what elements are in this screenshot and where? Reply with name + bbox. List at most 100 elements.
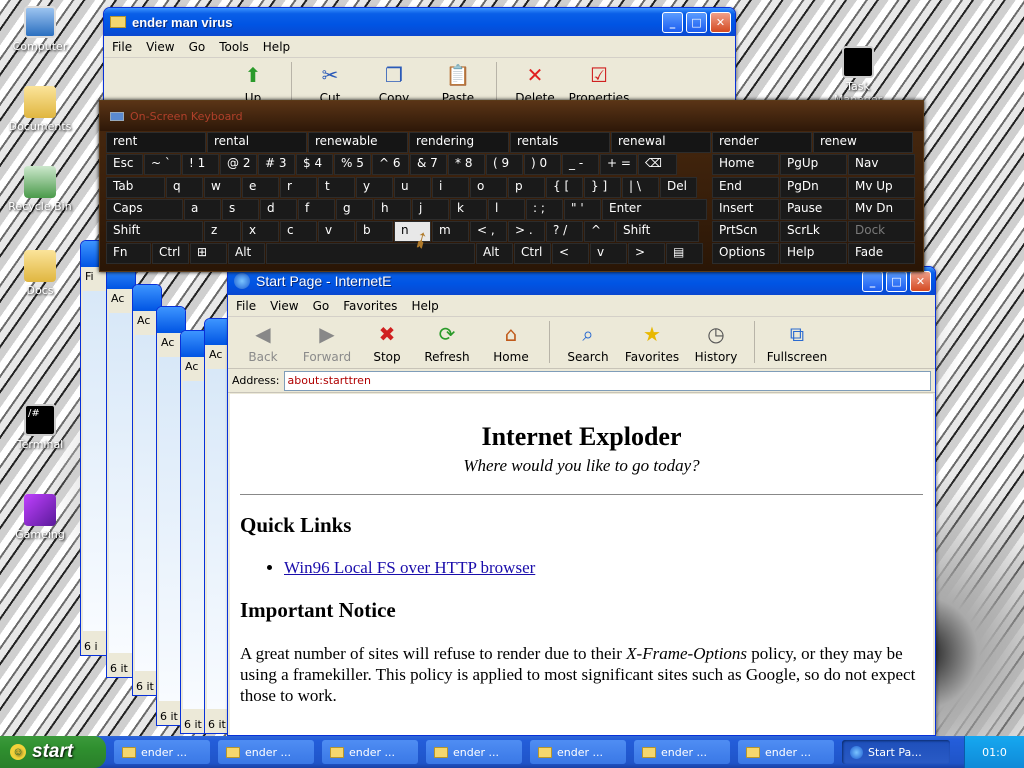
- menu-go[interactable]: Go: [313, 299, 330, 313]
- key-4-1[interactable]: Ctrl: [152, 243, 189, 264]
- key-0-2[interactable]: ! 1: [182, 154, 219, 175]
- nav-key-2-0[interactable]: Insert: [712, 199, 779, 220]
- key-1-6[interactable]: y: [356, 177, 393, 198]
- key-2-7[interactable]: j: [412, 199, 449, 220]
- key-2-5[interactable]: g: [336, 199, 373, 220]
- system-tray-clock[interactable]: 01:0: [964, 736, 1024, 768]
- minimize-button[interactable]: _: [662, 12, 683, 33]
- nav-key-4-1[interactable]: Help: [780, 243, 847, 264]
- suggestion-5[interactable]: renewal: [611, 132, 711, 153]
- nav-key-0-2[interactable]: Nav: [848, 154, 915, 175]
- key-0-13[interactable]: + =: [600, 154, 637, 175]
- key-2-6[interactable]: h: [374, 199, 411, 220]
- key-1-14[interactable]: Del: [660, 177, 697, 198]
- key-2-0[interactable]: Caps: [106, 199, 183, 220]
- suggestion-4[interactable]: rentals: [510, 132, 610, 153]
- suggestion-6[interactable]: render: [712, 132, 812, 153]
- key-1-2[interactable]: w: [204, 177, 241, 198]
- desktop-icon-terminal[interactable]: /# Terminal: [4, 404, 76, 451]
- key-1-1[interactable]: q: [166, 177, 203, 198]
- suggestion-7[interactable]: renew: [813, 132, 913, 153]
- forward-button[interactable]: ▶ Forward: [298, 321, 356, 364]
- key-4-4[interactable]: [266, 243, 475, 264]
- key-0-14[interactable]: ⌫: [638, 154, 677, 175]
- paste-button[interactable]: 📋 Paste: [429, 62, 487, 105]
- key-4-10[interactable]: ▤: [666, 243, 703, 264]
- suggestion-2[interactable]: renewable: [308, 132, 408, 153]
- explorer-title-bar[interactable]: ender man virus _ □ ✕: [104, 8, 735, 36]
- key-3-4[interactable]: v: [318, 221, 355, 242]
- home-button[interactable]: ⌂ Home: [482, 321, 540, 364]
- key-0-9[interactable]: * 8: [448, 154, 485, 175]
- key-3-2[interactable]: x: [242, 221, 279, 242]
- key-2-3[interactable]: d: [260, 199, 297, 220]
- key-0-1[interactable]: ~ `: [144, 154, 181, 175]
- key-1-8[interactable]: i: [432, 177, 469, 198]
- desktop-icon-gameing[interactable]: Gameing: [4, 494, 76, 541]
- key-3-1[interactable]: z: [204, 221, 241, 242]
- taskbar-item[interactable]: ender ...: [426, 740, 522, 764]
- desktop-icon-computer[interactable]: Computer: [4, 6, 76, 53]
- start-button[interactable]: ☺ start: [0, 736, 106, 768]
- key-3-3[interactable]: c: [280, 221, 317, 242]
- nav-key-3-1[interactable]: ScrLk: [780, 221, 847, 242]
- taskbar-item[interactable]: ender ...: [322, 740, 418, 764]
- taskbar-item[interactable]: ender ...: [218, 740, 314, 764]
- key-3-10[interactable]: ? /: [546, 221, 583, 242]
- key-1-12[interactable]: } ]: [584, 177, 621, 198]
- ie-window[interactable]: Start Page - InternetE _ □ ✕ File View G…: [227, 266, 936, 736]
- key-0-5[interactable]: $ 4: [296, 154, 333, 175]
- nav-key-2-1[interactable]: Pause: [780, 199, 847, 220]
- maximize-button[interactable]: □: [886, 271, 907, 292]
- key-2-2[interactable]: s: [222, 199, 259, 220]
- key-4-9[interactable]: >: [628, 243, 665, 264]
- on-screen-keyboard[interactable]: On-Screen Keyboard rent rental renewable re…: [99, 100, 924, 272]
- taskbar-item[interactable]: ender ...: [114, 740, 210, 764]
- key-2-9[interactable]: l: [488, 199, 525, 220]
- menu-file[interactable]: File: [236, 299, 256, 313]
- key-4-0[interactable]: Fn: [106, 243, 151, 264]
- key-0-6[interactable]: % 5: [334, 154, 371, 175]
- menu-help[interactable]: Help: [263, 40, 290, 54]
- key-0-7[interactable]: ^ 6: [372, 154, 409, 175]
- key-4-5[interactable]: Alt: [476, 243, 513, 264]
- nav-key-1-2[interactable]: Mv Up: [848, 177, 915, 198]
- win96-fs-link[interactable]: Win96 Local FS over HTTP browser: [284, 558, 535, 577]
- key-2-10[interactable]: : ;: [526, 199, 563, 220]
- nav-key-4-2[interactable]: Fade: [848, 243, 915, 264]
- taskbar-item[interactable]: ender ...: [738, 740, 834, 764]
- menu-view[interactable]: View: [270, 299, 298, 313]
- stop-button[interactable]: ✖ Stop: [362, 321, 412, 364]
- key-0-10[interactable]: ( 9: [486, 154, 523, 175]
- key-3-0[interactable]: Shift: [106, 221, 203, 242]
- copy-button[interactable]: ❐ Copy: [365, 62, 423, 105]
- key-1-0[interactable]: Tab: [106, 177, 165, 198]
- key-1-7[interactable]: u: [394, 177, 431, 198]
- key-2-1[interactable]: a: [184, 199, 221, 220]
- key-3-8[interactable]: < ,: [470, 221, 507, 242]
- key-1-11[interactable]: { [: [546, 177, 583, 198]
- minimize-button[interactable]: _: [862, 271, 883, 292]
- close-button[interactable]: ✕: [910, 271, 931, 292]
- menu-go[interactable]: Go: [189, 40, 206, 54]
- nav-key-0-0[interactable]: Home: [712, 154, 779, 175]
- menu-tools[interactable]: Tools: [219, 40, 249, 54]
- back-button[interactable]: ◀ Back: [234, 321, 292, 364]
- key-3-11[interactable]: ^: [584, 221, 615, 242]
- cut-button[interactable]: ✂ Cut: [301, 62, 359, 105]
- address-input[interactable]: [283, 370, 931, 391]
- taskbar-item[interactable]: ender ...: [530, 740, 626, 764]
- keyboard-title-bar[interactable]: On-Screen Keyboard: [100, 101, 923, 131]
- nav-key-4-0[interactable]: Options: [712, 243, 779, 264]
- delete-button[interactable]: ✕ Delete: [506, 62, 564, 105]
- key-1-10[interactable]: p: [508, 177, 545, 198]
- nav-key-3-0[interactable]: PrtScn: [712, 221, 779, 242]
- key-2-11[interactable]: " ': [564, 199, 601, 220]
- key-0-12[interactable]: _ -: [562, 154, 599, 175]
- key-4-3[interactable]: Alt: [228, 243, 265, 264]
- search-button[interactable]: ⌕ Search: [559, 321, 617, 364]
- key-4-2[interactable]: ⊞: [190, 243, 227, 264]
- key-0-8[interactable]: & 7: [410, 154, 447, 175]
- close-button[interactable]: ✕: [710, 12, 731, 33]
- key-4-8[interactable]: v: [590, 243, 627, 264]
